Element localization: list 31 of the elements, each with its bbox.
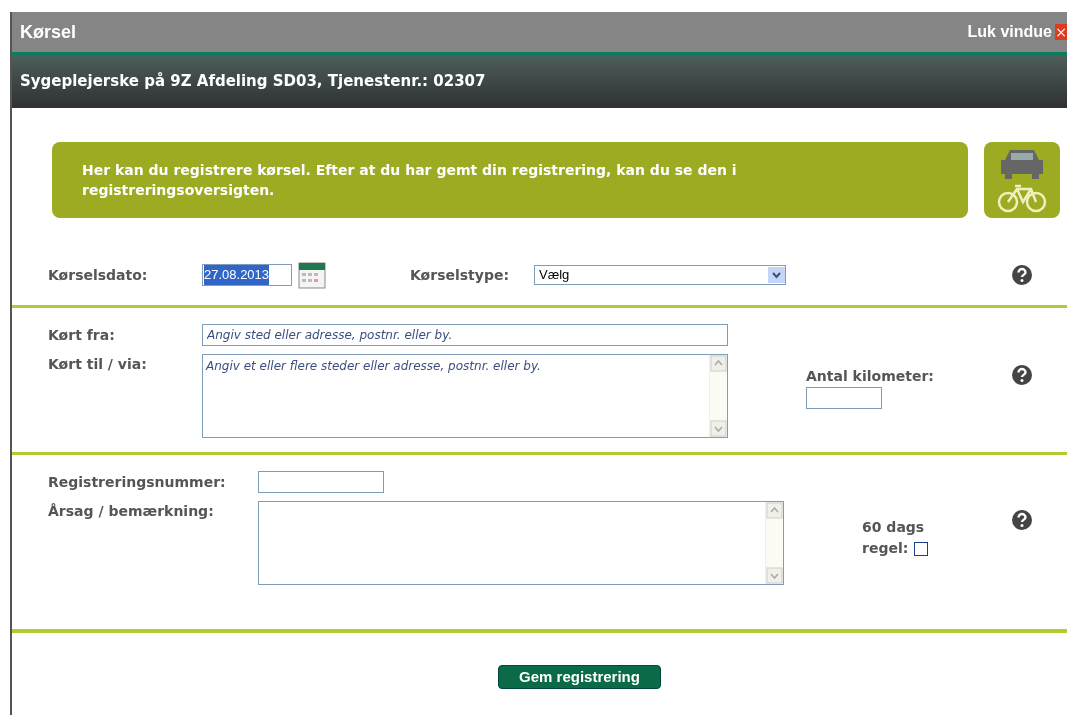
remark-textarea[interactable]: [258, 501, 784, 585]
rule-60-label: 60 dags: [862, 518, 926, 537]
km-field[interactable]: [806, 387, 882, 409]
date-label: Kørselsdato:: [48, 265, 149, 285]
help-icon[interactable]: [1011, 364, 1033, 386]
remark-label: Årsag / bemærkning:: [48, 502, 215, 521]
to-textarea[interactable]: Angiv et eller flere steder eller adresse, postnr. eller by.: [202, 354, 728, 438]
type-label: Kørselstype:: [410, 265, 511, 285]
scroll-down-icon[interactable]: [766, 567, 783, 584]
from-label: Kørt fra:: [48, 325, 116, 345]
to-label: Kørt til / via:: [48, 355, 148, 374]
help-icon[interactable]: [1011, 264, 1033, 286]
help-icon[interactable]: [1011, 509, 1033, 531]
km-label: Antal kilometer:: [806, 367, 934, 386]
header-text: Sygeplejerske på 9Z Afdeling SD03, Tjenestenr.: 02307: [20, 71, 486, 93]
info-text: Her kan du registrere kørsel. Efter at du har gemt din registrering, kan du se den i registreringsoversigten.: [82, 161, 738, 200]
date-field[interactable]: 27.08.2013: [202, 264, 292, 286]
calendar-icon[interactable]: [298, 261, 326, 289]
from-field[interactable]: Angiv sted eller adresse, postnr. eller by.: [202, 324, 728, 346]
registration-number-field[interactable]: [258, 471, 384, 493]
rule-60-label: regel:: [862, 539, 909, 558]
save-button[interactable]: Gem registrering: [498, 665, 661, 689]
scroll-up-icon[interactable]: [766, 502, 783, 519]
close-icon[interactable]: ×: [1055, 24, 1067, 40]
window-title: Kørsel: [20, 20, 77, 44]
rule-60-checkbox[interactable]: [914, 541, 929, 556]
scroll-up-icon[interactable]: [710, 355, 727, 372]
type-select[interactable]: Vælg: [534, 265, 786, 285]
scroll-down-icon[interactable]: [710, 420, 727, 437]
registration-number-label: Registreringsnummer:: [48, 472, 227, 492]
close-window-link[interactable]: Luk vindue: [967, 20, 1052, 44]
